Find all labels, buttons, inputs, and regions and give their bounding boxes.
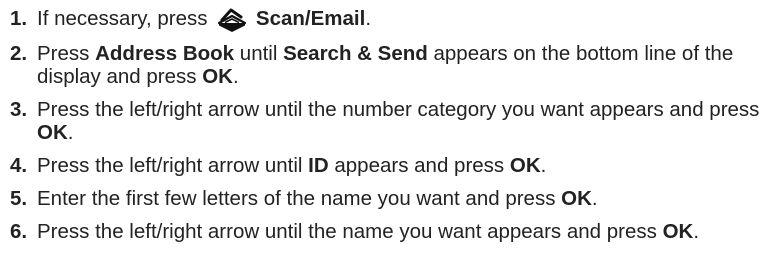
step-keyword: Address Book <box>95 42 235 65</box>
step-text: Press the left/right arrow until the num… <box>37 98 759 144</box>
step-item: 6. Press the left/right arrow until the n… <box>10 220 771 243</box>
step-item: 2. Press Address Book until Search & Send… <box>10 42 771 88</box>
step-text-segment: Press the left/right arrow until the num… <box>37 98 760 121</box>
step-text: Press the left/right arrow until ID appe… <box>37 154 546 177</box>
step-text-segment: until <box>234 42 284 65</box>
step-keyword: OK <box>662 220 694 243</box>
step-text-segment: Press the left/right arrow until <box>37 154 309 177</box>
step-text-segment: Press the left/right arrow until the nam… <box>37 220 663 243</box>
step-text-segment: . <box>232 65 239 88</box>
step-text: Press Address Book until Search & Send a… <box>37 42 733 88</box>
step-number: 2. <box>10 42 28 65</box>
step-keyword: Search & Send <box>283 42 428 65</box>
step-keyword: OK <box>509 154 541 177</box>
step-text-segment: If necessary, press <box>37 7 214 30</box>
step-text-segment: . <box>67 121 74 144</box>
step-text-segment: . <box>365 7 372 30</box>
step-text-segment: . <box>540 154 547 177</box>
step-number: 1. <box>10 7 28 30</box>
step-text: If necessary, press Scan/Email. <box>37 7 372 32</box>
step-number: 4. <box>10 154 28 177</box>
step-number: 5. <box>10 187 28 210</box>
step-keyword: OK <box>37 121 68 144</box>
step-number: 6. <box>10 220 28 243</box>
step-text: Enter the first few letters of the name … <box>37 187 598 210</box>
step-keyword: OK <box>561 187 592 210</box>
step-item: 4. Press the left/right arrow until ID ap… <box>10 154 771 177</box>
scan-icon <box>218 8 247 32</box>
step-text-segment: Enter the first few letters of the name … <box>37 187 562 210</box>
step-number: 3. <box>10 98 28 121</box>
step-keyword: OK <box>202 65 233 88</box>
step-keyword: ID <box>308 154 329 177</box>
instruction-page: 1. If necessary, press Scan/Email. 2. Press… <box>0 0 771 278</box>
step-item: 3. Press the left/right arrow until the n… <box>10 98 771 144</box>
step-text-segment: . <box>693 220 700 243</box>
instruction-steps-list: 1. If necessary, press Scan/Email. 2. Press… <box>10 7 771 243</box>
step-item: 5. Enter the first few letters of the nam… <box>10 187 771 210</box>
step-text-segment: . <box>591 187 598 210</box>
step-text-segment: Press <box>37 42 96 65</box>
step-text-segment: appears and press <box>328 154 510 177</box>
step-text: Press the left/right arrow until the nam… <box>37 220 699 243</box>
step-item: 1. If necessary, press Scan/Email. <box>10 7 771 32</box>
step-keyword: Scan/Email <box>255 7 366 30</box>
